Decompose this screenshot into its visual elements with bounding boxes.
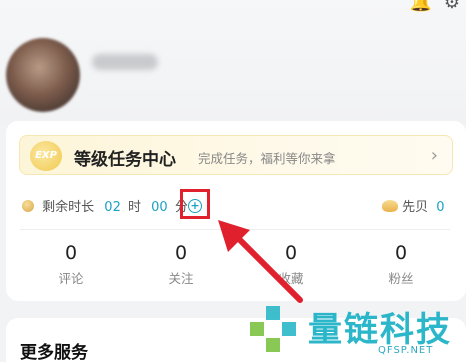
watermark-url: QFSP.NET (378, 345, 434, 356)
watermark: 量链科技 QFSP.NET (244, 296, 466, 362)
watermark-logo-icon (250, 306, 296, 352)
watermark-text: 量链科技 (308, 310, 452, 350)
